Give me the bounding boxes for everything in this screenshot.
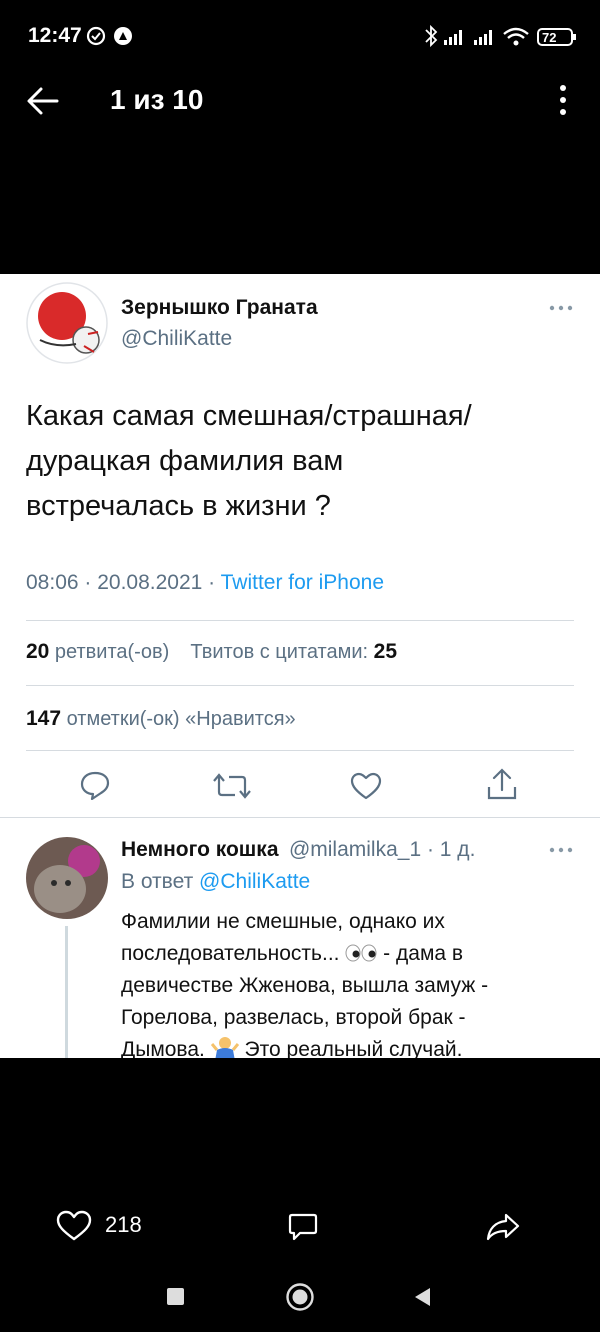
reply-text-segment: последовательность...: [121, 942, 340, 965]
reply-text-line: последовательность... - дама в: [121, 938, 561, 970]
home-button[interactable]: [285, 1282, 315, 1312]
divider: [26, 685, 574, 686]
reply-text-line: Дымова. Это реальный случай.: [121, 1034, 561, 1058]
viewer-top-bar: 1 из 10: [0, 70, 600, 275]
reply-text-line: девичестве Жженова, вышла замуж -: [121, 974, 489, 997]
eyes-emoji-icon: [345, 944, 377, 962]
in-reply-handle: @ChiliKatte: [199, 870, 311, 893]
reply-author-avatar: [26, 837, 108, 919]
author-handle: @ChiliKatte: [121, 327, 233, 350]
divider: [26, 750, 574, 751]
retweets-label: ретвита(-ов): [49, 641, 170, 663]
tweet-screenshot: Зернышко Граната @ChiliKatte Какая самая…: [0, 274, 600, 1058]
retweet-icon: [213, 773, 251, 799]
reply-header: Немного кошка @milamilka_1 · 1 д.: [121, 838, 475, 862]
back-arrow-icon[interactable]: [26, 86, 60, 116]
tweet-text-line: Какая самая смешная/страшная/: [26, 400, 472, 432]
more-vert-icon[interactable]: [557, 84, 569, 116]
like-icon: [350, 772, 382, 800]
reply-meta: @milamilka_1 · 1 д.: [288, 838, 476, 861]
retweets-count: 20: [26, 640, 50, 663]
like-count: 218: [105, 1212, 142, 1237]
tweet-text: Какая самая смешная/страшная/ дурацкая ф…: [26, 394, 566, 529]
reply-text: Фамилии не смешные, однако их последоват…: [121, 906, 561, 1058]
thread-line: [65, 926, 68, 1058]
tweet-text-line: встречалась в жизни ?: [26, 490, 331, 522]
reply-text-line: Горелова, развелась, второй брак -: [121, 1006, 466, 1029]
tweet-time: 08:06 · 20.08.2021 ·: [26, 571, 221, 594]
divider: [26, 620, 574, 621]
in-reply-prefix: В ответ: [121, 870, 200, 893]
likes-count: 147: [26, 707, 62, 730]
share-icon: [487, 768, 517, 800]
likes-label: отметки(-ок) «Нравится»: [61, 708, 296, 730]
image-counter: 1 из 10: [110, 84, 204, 115]
recents-button[interactable]: [167, 1288, 184, 1305]
in-reply-to: В ответ @ChiliKatte: [121, 870, 310, 894]
quotes-count: 25: [373, 640, 398, 663]
back-button[interactable]: [412, 1286, 432, 1308]
battery-level: 72: [542, 30, 557, 45]
reply-text-line: Фамилии не смешные, однако их: [121, 910, 445, 933]
tweet-timestamp: 08:06 · 20.08.2021 · Twitter for iPhone: [26, 571, 384, 595]
reply-author-name: Немного кошка: [121, 838, 279, 861]
tweet-text-line: дурацкая фамилия вам: [26, 445, 344, 477]
tweet-source: Twitter for iPhone: [220, 571, 385, 594]
reply-icon: [80, 771, 110, 800]
quotes-label: Твитов с цитатами:: [190, 641, 374, 663]
heart-icon[interactable]: [56, 1210, 92, 1242]
status-time: 12:47: [28, 24, 82, 47]
reply-text-segment: - дама в: [377, 942, 464, 965]
forward-share-icon[interactable]: [486, 1212, 520, 1242]
status-bar: 12:47 72: [0, 0, 600, 70]
shrug-emoji-icon: [210, 1037, 239, 1058]
author-avatar: [26, 282, 108, 364]
author-name: Зернышко Граната: [121, 296, 318, 319]
divider: [0, 817, 600, 818]
retweet-stats: 20 ретвита(-ов) Твитов с цитатами: 25: [26, 640, 397, 664]
system-status-icons: [425, 24, 576, 48]
like-stats: 147 отметки(-ок) «Нравится»: [26, 707, 296, 731]
reply-text-segment: Дымова.: [121, 1038, 205, 1058]
tweet-more-icon: [549, 305, 573, 311]
reply-text-segment: Это реальный случай.: [238, 1038, 463, 1058]
comment-icon[interactable]: [288, 1212, 318, 1242]
reply-more-icon: [549, 847, 573, 853]
notification-icons: [86, 26, 132, 46]
viewer-bottom-bar: 218: [0, 1058, 600, 1332]
